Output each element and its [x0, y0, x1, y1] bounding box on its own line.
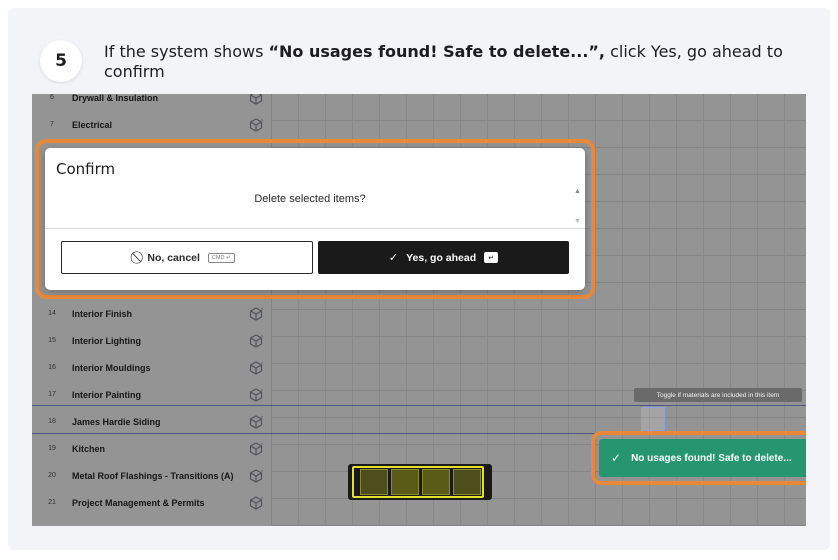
toast-message: No usages found! Safe to delete... [631, 452, 792, 464]
floating-toolbar [348, 464, 492, 500]
toolbar-segment[interactable] [421, 469, 450, 495]
instruction-bold-text: “No usages found! Safe to delete...”, [268, 42, 605, 61]
scroll-up-icon[interactable]: ▲ [574, 188, 581, 195]
cmd-enter-shortcut: CMD ↵ [207, 252, 235, 263]
toggle-tooltip: Toggle if materials are included in this… [634, 388, 802, 402]
scroll-down-icon[interactable]: ▼ [574, 218, 581, 225]
app-screenshot: 6Drywall & Insulationx7Electricalx14Inte… [32, 94, 806, 526]
confirm-dialog: Confirm Delete selected items? ▲ ▼ ⃠ No,… [45, 148, 585, 290]
enter-shortcut: ↵ [484, 252, 499, 263]
cancel-button-label: No, cancel [147, 251, 200, 264]
confirm-button[interactable]: ✓ Yes, go ahead ↵ [318, 241, 569, 274]
check-icon: ✓ [611, 451, 622, 465]
cancel-button[interactable]: ⃠ No, cancel CMD ↵ [61, 241, 313, 274]
success-toast: ✓ No usages found! Safe to delete... [599, 439, 806, 477]
dialog-divider [45, 228, 585, 229]
instruction-text: If the system shows [104, 42, 269, 61]
toolbar-segment[interactable] [452, 469, 481, 495]
step-number-badge: 5 [40, 40, 82, 82]
check-icon: ✓ [388, 252, 399, 264]
toolbar-segment[interactable] [359, 469, 388, 495]
confirm-button-label: Yes, go ahead [406, 251, 477, 264]
dialog-message: Delete selected items? [254, 193, 366, 205]
materials-toggle[interactable] [641, 407, 665, 431]
dialog-title: Confirm [56, 160, 116, 178]
toolbar-segment[interactable] [390, 469, 419, 495]
step-instruction: If the system shows “No usages found! Sa… [104, 42, 824, 82]
